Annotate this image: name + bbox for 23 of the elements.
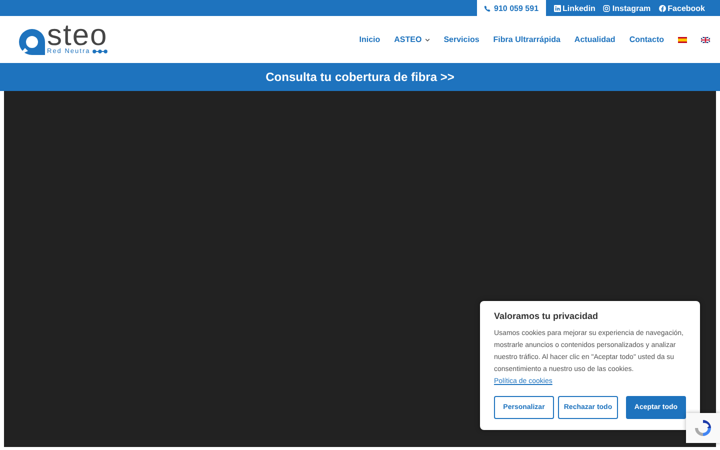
social-link[interactable]: Linkedin [550,4,598,12]
nav-link[interactable]: Contacto [629,35,664,44]
phone-link[interactable]: 910 059 591 [477,0,546,16]
instagram-icon [603,4,610,12]
linkedin-icon [554,4,561,12]
coverage-link[interactable]: Consulta tu cobertura de fibra >> [266,70,454,84]
phone-icon [484,4,492,12]
facebook-icon [658,4,666,12]
logo-text: steo [47,24,108,48]
nav-link[interactable]: Servicios [444,35,480,44]
dialog-title: Valoramos tu privacidad [494,311,600,321]
british-flag-icon[interactable] [701,36,710,42]
social-link[interactable]: Facebook [656,4,708,12]
social-link[interactable]: Instagram [600,4,654,12]
spanish-flag-icon[interactable] [678,36,687,42]
recaptcha-icon [693,418,713,438]
nav-link[interactable]: Fibra Ultrarrápida [493,35,560,44]
nav-link[interactable]: Inicio [359,35,380,44]
nav-link[interactable]: ASTEO [394,35,430,44]
recaptcha-badge[interactable] [686,413,720,443]
logo-mark-icon [18,28,46,56]
network-dots-icon [92,49,108,54]
nav-link[interactable]: Actualidad [574,35,616,44]
